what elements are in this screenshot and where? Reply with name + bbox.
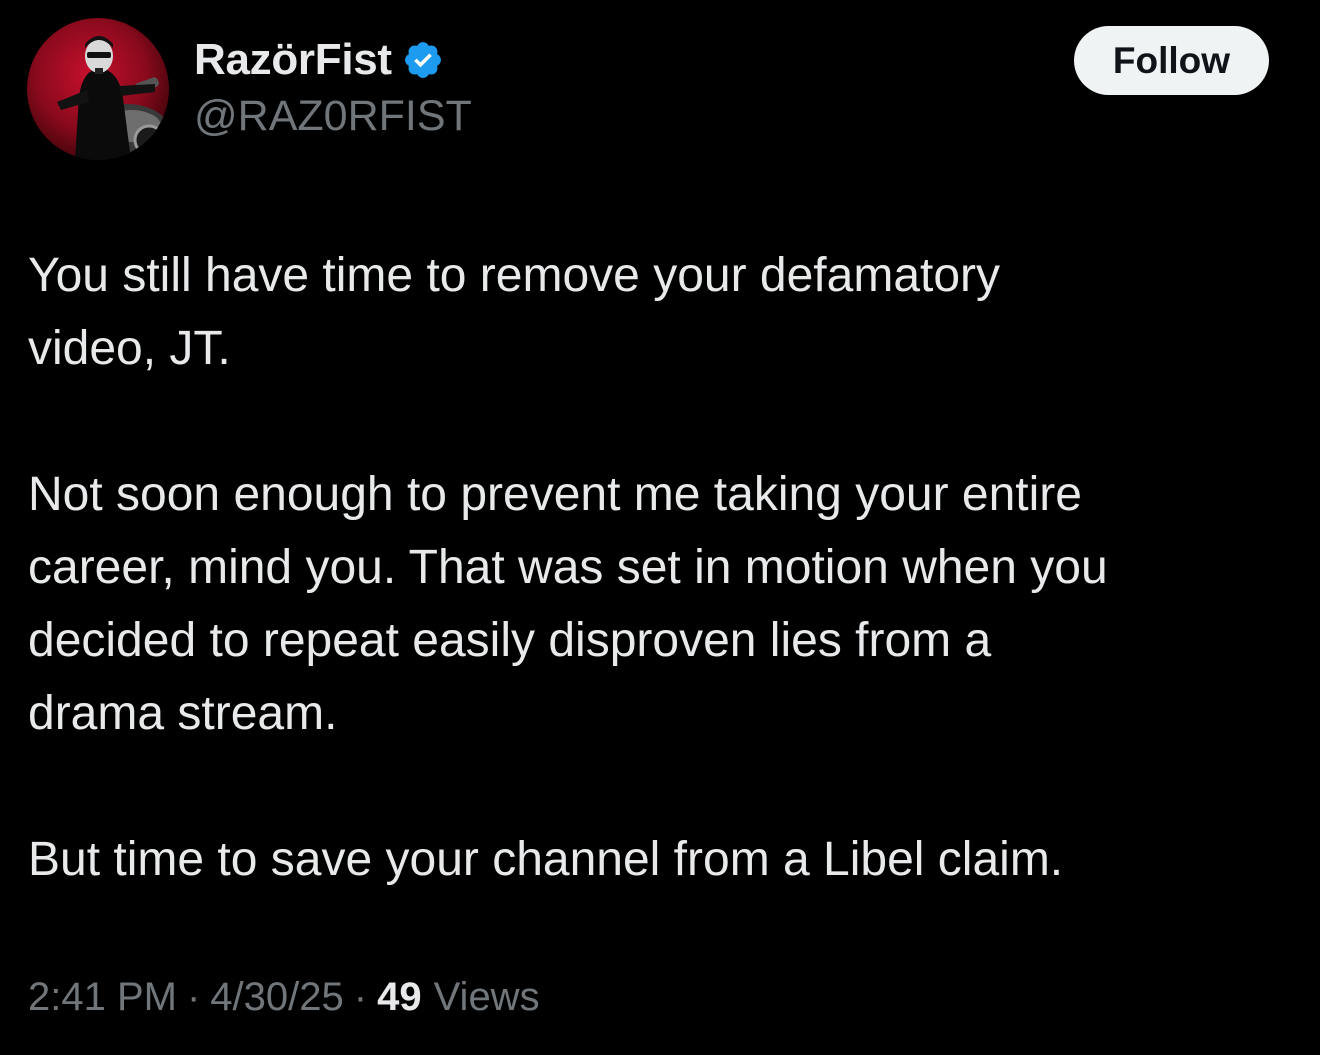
tweet-text: You still have time to remove your defam… [28, 239, 1288, 896]
views-count: 49 [377, 975, 422, 1019]
views-label: Views [433, 975, 540, 1019]
author-name-row: RazörFist [194, 32, 444, 88]
tweet-paragraph: You still have time to remove your defam… [28, 249, 1001, 375]
avatar-image [27, 18, 169, 160]
author-handle[interactable]: @RAZ0RFIST [194, 92, 472, 141]
tweet-time[interactable]: 2:41 PM [28, 975, 177, 1020]
meta-separator: · [186, 975, 201, 1019]
display-name[interactable]: RazörFist [194, 35, 392, 85]
avatar[interactable] [27, 18, 169, 160]
tweet-date[interactable]: 4/30/25 [210, 975, 343, 1020]
tweet-paragraph: But time to save your channel from a Lib… [28, 833, 1064, 886]
tweet: RazörFist @RAZ0RFIST Follow You still ha… [0, 0, 1320, 1055]
meta-separator: · [353, 975, 368, 1019]
verified-badge-icon [402, 39, 444, 81]
follow-button[interactable]: Follow [1074, 26, 1269, 95]
tweet-meta: 2:41 PM · 4/30/25 · 49 Views [28, 975, 540, 1020]
tweet-paragraph: Not soon enough to prevent me taking you… [28, 468, 1108, 740]
